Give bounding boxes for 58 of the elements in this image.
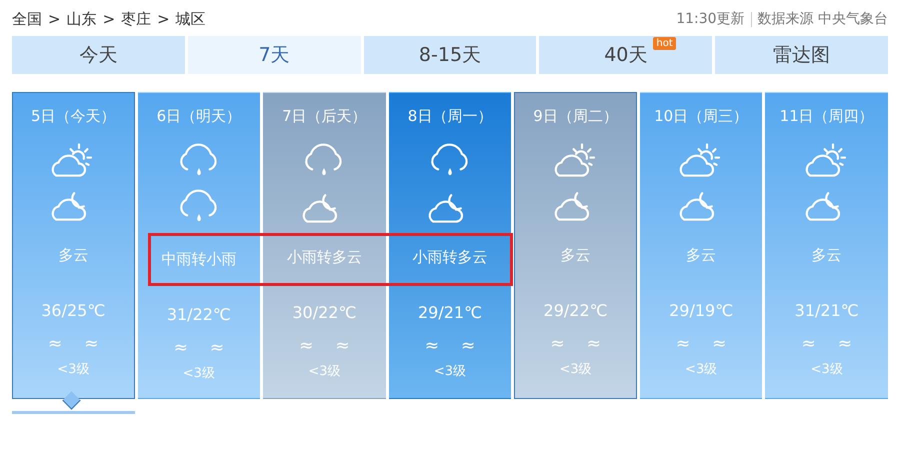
tab[interactable]: 8-15天 xyxy=(364,36,536,74)
wind-icon: ≈ xyxy=(550,334,565,354)
wind-level: <3级 xyxy=(308,363,340,380)
wind-level: <3级 xyxy=(182,365,215,382)
wind-icon: ≈ xyxy=(838,334,852,354)
weather-text: 小雨转多云 xyxy=(286,248,362,267)
wind-icon: ≈ xyxy=(801,334,816,354)
wind-level: <3级 xyxy=(57,361,90,378)
tab[interactable]: 今天 xyxy=(12,36,185,74)
temperature: 29/22℃ xyxy=(544,301,608,320)
data-source: 数据来源 中央气象台 xyxy=(758,10,888,28)
temperature: 29/21℃ xyxy=(418,303,482,322)
wind-level: <3级 xyxy=(810,361,843,378)
temperature: 31/21℃ xyxy=(794,301,859,320)
wind-icon: ≈ xyxy=(460,336,476,356)
hot-badge: hot xyxy=(653,37,676,50)
wind-level: <3级 xyxy=(559,361,592,378)
temperature: 30/22℃ xyxy=(292,303,356,322)
breadcrumb-item[interactable]: > xyxy=(157,10,170,28)
wind-icon: ≈ xyxy=(48,334,62,354)
breadcrumb-item[interactable]: 枣庄 xyxy=(121,10,152,28)
temperature: 29/19℃ xyxy=(669,301,734,320)
wind-level: <3级 xyxy=(685,361,718,378)
tab[interactable]: 40天 hot xyxy=(539,36,712,74)
update-time: 11:30更新 xyxy=(676,10,745,28)
wind-icon: ≈ xyxy=(84,334,99,354)
temperature: 36/25℃ xyxy=(41,301,106,320)
wind-icon: ≈ xyxy=(586,334,601,354)
tab[interactable]: 7天 xyxy=(188,36,361,74)
breadcrumb-item[interactable]: 城区 xyxy=(176,10,206,28)
breadcrumb-item[interactable]: > xyxy=(48,10,61,28)
weather-text: 多云 xyxy=(812,246,842,265)
day-date: 6日（明天） xyxy=(156,107,242,126)
wind-icon: ≈ xyxy=(210,338,224,358)
breadcrumb-item[interactable]: 山东 xyxy=(66,10,97,28)
wind-icon: ≈ xyxy=(335,336,350,356)
weather-text: 多云 xyxy=(560,246,591,265)
day-date: 9日（周二） xyxy=(533,107,618,126)
breadcrumb-item[interactable]: 全国 xyxy=(12,10,42,28)
weather-text: 多云 xyxy=(686,246,716,265)
wind-level: <3级 xyxy=(434,363,466,380)
weather-text: 多云 xyxy=(58,246,88,265)
day-date: 10日（周三） xyxy=(654,107,748,126)
temperature: 31/22℃ xyxy=(166,305,231,324)
weather-text: 小雨转多云 xyxy=(412,248,488,267)
wind-icon: ≈ xyxy=(424,336,439,356)
day-date: 11日（周四） xyxy=(780,107,874,126)
day-date: 7日（后天） xyxy=(282,107,367,126)
wind-icon: ≈ xyxy=(676,334,690,354)
weather-text: 中雨转小雨 xyxy=(161,250,236,269)
wind-icon: ≈ xyxy=(712,334,726,354)
breadcrumb-item[interactable]: > xyxy=(102,10,116,28)
tab[interactable]: 雷达图 xyxy=(715,36,888,74)
wind-icon: ≈ xyxy=(174,338,188,358)
wind-icon: ≈ xyxy=(299,336,314,356)
day-date: 5日（今天） xyxy=(31,107,116,126)
day-card[interactable]: 8日（周一） 小雨转多云 29/21℃ ≈ ≈ <3级 xyxy=(388,92,512,398)
day-date: 8日（周一） xyxy=(408,107,492,126)
